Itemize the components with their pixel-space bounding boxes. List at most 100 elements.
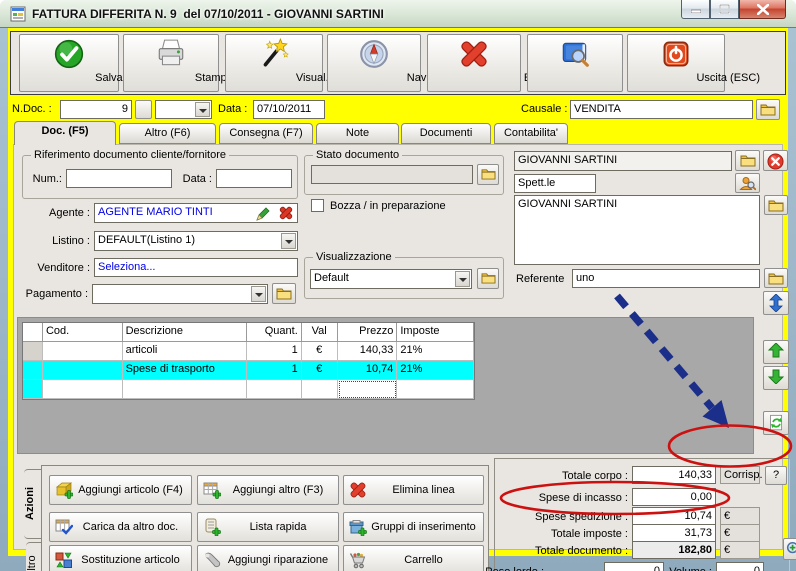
delete-line-button[interactable]: Elimina linea bbox=[343, 475, 484, 505]
cell-val[interactable] bbox=[301, 380, 338, 399]
customer-clear-button[interactable] bbox=[763, 150, 788, 171]
totals-detail-button[interactable] bbox=[783, 538, 796, 560]
tab-consegna[interactable]: Consegna (F7) bbox=[219, 123, 313, 144]
grid-row-3-empty[interactable] bbox=[23, 380, 475, 399]
cell-prezzo[interactable]: 10,74 bbox=[337, 361, 398, 380]
col-val[interactable]: Val bbox=[301, 323, 338, 342]
spese-incasso-field[interactable]: 0,00 bbox=[632, 488, 716, 506]
chevron-down-icon[interactable] bbox=[195, 102, 210, 117]
cell-imposte[interactable]: 21% bbox=[397, 361, 475, 380]
folder-icon bbox=[760, 104, 776, 116]
cell-val[interactable]: € bbox=[301, 361, 338, 380]
totale-corpo-field[interactable]: 140,33 bbox=[632, 466, 716, 484]
other-button[interactable]: Altro bbox=[527, 34, 660, 92]
print-button[interactable]: Stampa (F9) bbox=[123, 34, 256, 92]
listino-combo[interactable]: DEFAULT(Listino 1) bbox=[94, 231, 298, 251]
venditore-field[interactable]: Seleziona... bbox=[94, 258, 298, 277]
edit-pencil-icon[interactable] bbox=[256, 206, 271, 221]
visualizzazione-combo[interactable]: Default bbox=[310, 269, 472, 289]
move-row-button[interactable] bbox=[763, 291, 789, 315]
col-cod[interactable]: Cod. bbox=[42, 323, 123, 342]
pagamento-lookup-button[interactable] bbox=[272, 283, 296, 304]
cell-descrizione[interactable]: articoli bbox=[122, 342, 247, 361]
spese-spedizione-field[interactable]: 10,74 bbox=[632, 507, 716, 525]
customer-lookup-button[interactable] bbox=[735, 150, 760, 171]
cart-button[interactable]: Carrello bbox=[343, 545, 484, 571]
customer-name-field[interactable]: GIOVANNI SARTINI bbox=[514, 151, 732, 171]
line-items-grid: Cod. Descrizione Quant. Val Prezzo Impos… bbox=[22, 322, 475, 400]
bozza-checkbox[interactable] bbox=[311, 199, 324, 212]
col-imposte[interactable]: Imposte bbox=[397, 323, 475, 342]
chevron-down-icon[interactable] bbox=[281, 233, 296, 249]
num-field[interactable] bbox=[66, 169, 172, 188]
cell-descrizione[interactable]: Spese di trasporto bbox=[122, 361, 247, 380]
data-field[interactable]: 07/10/2011 bbox=[253, 100, 325, 119]
causale-lookup-button[interactable] bbox=[756, 99, 780, 120]
agente-field[interactable]: AGENTE MARIO TINTI bbox=[94, 203, 298, 223]
rif-data-field[interactable] bbox=[216, 169, 292, 188]
save-button[interactable]: Salva (F12) bbox=[19, 34, 152, 92]
col-quant[interactable]: Quant. bbox=[247, 323, 302, 342]
add-repair-button[interactable]: Aggiungi riparazione bbox=[197, 545, 339, 571]
visualizzazione-lookup-button[interactable] bbox=[477, 268, 499, 289]
delete-button[interactable]: Elimina bbox=[427, 34, 560, 92]
pagamento-combo[interactable] bbox=[92, 284, 268, 304]
cell-prezzo-focused[interactable] bbox=[337, 380, 398, 399]
volume-field[interactable]: 0 bbox=[716, 562, 764, 571]
col-prezzo[interactable]: Prezzo bbox=[337, 323, 398, 342]
chevron-down-icon[interactable] bbox=[251, 286, 266, 302]
add-article-button[interactable]: Aggiungi articolo (F4) bbox=[49, 475, 192, 505]
address-lookup-button[interactable] bbox=[764, 195, 788, 215]
ndoc-more-button[interactable] bbox=[135, 100, 152, 119]
causale-field[interactable]: VENDITA bbox=[570, 100, 753, 119]
load-from-doc-button[interactable]: Carica da altro doc. bbox=[49, 512, 192, 542]
address-box[interactable]: GIOVANNI SARTINI bbox=[514, 195, 760, 265]
quick-list-button[interactable]: Lista rapida bbox=[197, 512, 339, 542]
insert-groups-button[interactable]: Gruppi di inserimento bbox=[343, 512, 484, 542]
navigator-button[interactable]: Navigatore bbox=[327, 34, 460, 92]
corrisp-help-button[interactable]: ? bbox=[765, 466, 787, 485]
row-up-button[interactable] bbox=[763, 340, 789, 364]
cell-quant[interactable] bbox=[247, 380, 302, 399]
salutation-field[interactable]: Spett.le bbox=[514, 174, 596, 193]
cell-descrizione[interactable] bbox=[122, 380, 247, 399]
grid-row-2-selected[interactable]: Spese di trasporto 1 € 10,74 21% bbox=[23, 361, 475, 380]
add-other-button[interactable]: Aggiungi altro (F3) bbox=[197, 475, 339, 505]
swap-article-button[interactable]: Sostituzione articolo bbox=[49, 545, 192, 571]
cell-imposte[interactable]: 21% bbox=[397, 342, 475, 361]
exit-button[interactable]: Uscita (ESC) bbox=[627, 34, 760, 92]
chevron-down-icon[interactable] bbox=[455, 271, 470, 287]
referente-field[interactable]: uno bbox=[572, 269, 760, 288]
cell-imposte[interactable] bbox=[397, 380, 475, 399]
row-selector[interactable] bbox=[23, 342, 43, 361]
contact-search-button[interactable] bbox=[735, 173, 760, 193]
stato-lookup-button[interactable] bbox=[477, 164, 499, 185]
cell-cod[interactable] bbox=[42, 342, 123, 361]
cell-prezzo[interactable]: 140,33 bbox=[337, 342, 398, 361]
clear-agente-icon[interactable] bbox=[279, 206, 293, 220]
cell-quant[interactable]: 1 bbox=[247, 342, 302, 361]
grid-row-1[interactable]: articoli 1 € 140,33 21% bbox=[23, 342, 475, 361]
ndoc-series-combo[interactable] bbox=[155, 100, 212, 119]
row-selector[interactable] bbox=[23, 361, 43, 380]
referente-lookup-button[interactable] bbox=[764, 268, 788, 288]
preview-button[interactable]: Visual. (F10) bbox=[225, 34, 358, 92]
col-descrizione[interactable]: Descrizione bbox=[122, 323, 247, 342]
close-button[interactable] bbox=[739, 0, 786, 19]
cell-quant[interactable]: 1 bbox=[247, 361, 302, 380]
cell-cod[interactable] bbox=[42, 380, 123, 399]
ndoc-field[interactable]: 9 bbox=[60, 100, 132, 119]
cell-cod[interactable] bbox=[42, 361, 123, 380]
row-down-button[interactable] bbox=[763, 366, 789, 390]
totale-imposte-field[interactable]: 31,73 bbox=[632, 524, 716, 542]
row-selector[interactable] bbox=[23, 380, 43, 399]
tab-contabilita[interactable]: Contabilita' bbox=[494, 123, 568, 144]
tab-doc[interactable]: Doc. (F5) bbox=[14, 121, 116, 145]
tab-documenti[interactable]: Documenti bbox=[401, 123, 491, 144]
tab-altro[interactable]: Altro (F6) bbox=[119, 123, 216, 144]
minimize-button[interactable] bbox=[681, 0, 710, 19]
maximize-button[interactable] bbox=[710, 0, 739, 19]
tab-note[interactable]: Note bbox=[316, 123, 399, 144]
cell-val[interactable]: € bbox=[301, 342, 338, 361]
refresh-lines-button[interactable] bbox=[763, 411, 789, 435]
